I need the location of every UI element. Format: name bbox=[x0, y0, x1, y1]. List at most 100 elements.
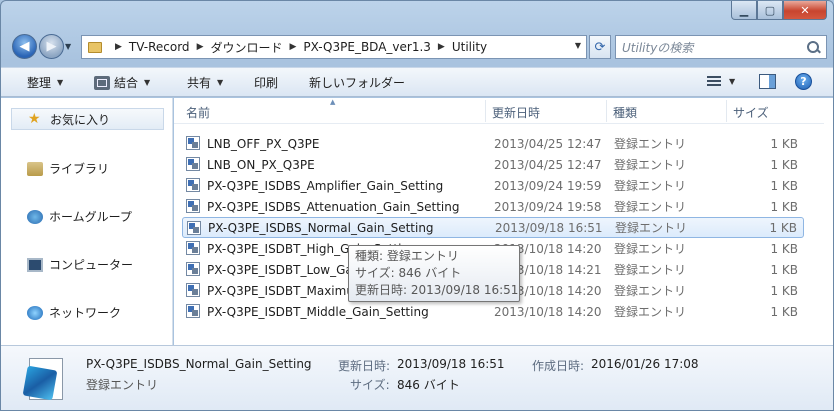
list-margin bbox=[824, 98, 833, 345]
file-size: 1 KB bbox=[770, 304, 798, 319]
back-button[interactable]: ◀ bbox=[12, 34, 37, 59]
chevron-down-icon: ▼ bbox=[144, 78, 151, 87]
details-size-label: サイズ: bbox=[350, 378, 390, 392]
file-date: 2013/04/25 12:47 bbox=[494, 157, 602, 172]
column-divider[interactable] bbox=[606, 100, 607, 122]
combine-menu[interactable]: 結合 ▼ bbox=[94, 74, 150, 91]
sidebar-item-label: ライブラリ bbox=[49, 162, 110, 176]
close-button[interactable]: ✕ bbox=[783, 1, 827, 20]
print-button[interactable]: 印刷 bbox=[254, 74, 278, 91]
breadcrumb-utility[interactable]: Utility bbox=[452, 40, 487, 54]
column-header-type[interactable]: 種類 bbox=[613, 104, 637, 121]
chevron-down-icon: ▼ bbox=[217, 78, 224, 87]
file-size: 1 KB bbox=[770, 262, 798, 277]
registry-file-icon bbox=[186, 241, 200, 255]
column-header-size[interactable]: サイズ bbox=[733, 104, 769, 121]
details-modified-label: 更新日時: bbox=[338, 359, 391, 373]
chevron-right-icon[interactable]: ▶ bbox=[290, 42, 297, 52]
file-type: 登録エントリ bbox=[614, 200, 687, 214]
chevron-right-icon[interactable]: ▶ bbox=[197, 42, 204, 52]
file-row[interactable]: PX-Q3PE_ISDBT_Middle_Gain_Setting 2013/1… bbox=[182, 301, 804, 322]
file-date: 2013/04/25 12:47 bbox=[494, 136, 602, 151]
file-size: 1 KB bbox=[770, 241, 798, 256]
details-created-label: 作成日時: bbox=[532, 359, 585, 373]
organize-label: 整理 bbox=[27, 76, 52, 90]
address-dropdown-icon[interactable]: ▼ bbox=[575, 41, 581, 50]
preview-pane-icon[interactable] bbox=[759, 74, 776, 89]
file-name: PX-Q3PE_ISDBS_Normal_Gain_Setting bbox=[208, 220, 434, 235]
registry-file-icon bbox=[186, 199, 200, 213]
search-icon[interactable] bbox=[806, 40, 820, 54]
file-size: 1 KB bbox=[770, 199, 798, 214]
sidebar-item-computer[interactable]: コンピューター bbox=[27, 256, 133, 273]
new-folder-button[interactable]: 新しいフォルダー bbox=[309, 74, 405, 91]
file-date: 2013/10/18 14:20 bbox=[494, 304, 602, 319]
recent-pages-dropdown-icon[interactable]: ▼ bbox=[65, 42, 71, 51]
refresh-button[interactable]: ⟳ bbox=[589, 35, 611, 59]
new-folder-label: 新しいフォルダー bbox=[309, 76, 406, 90]
breadcrumb-tv-record[interactable]: TV-Record bbox=[129, 40, 190, 54]
forward-button[interactable]: ▶ bbox=[39, 34, 64, 59]
caption-buttons: ▁ ▢ ✕ bbox=[731, 1, 827, 20]
file-type: 登録エントリ bbox=[614, 179, 687, 193]
registry-file-icon bbox=[186, 283, 200, 297]
breadcrumb-download[interactable]: ダウンロード bbox=[210, 39, 282, 56]
file-name: LNB_OFF_PX_Q3PE bbox=[207, 136, 320, 151]
file-name: LNB_ON_PX_Q3PE bbox=[207, 157, 315, 172]
file-type: 登録エントリ bbox=[614, 158, 687, 172]
column-divider[interactable] bbox=[726, 100, 727, 122]
view-options-icon[interactable] bbox=[707, 76, 721, 88]
navigation-bar: ◀ ▶ ▼ ▶ TV-Record ▶ ダウンロード ▶ PX-Q3PE_BDA… bbox=[9, 32, 827, 62]
sidebar-item-homegroup[interactable]: ホームグループ bbox=[27, 208, 132, 225]
file-date: 2013/09/24 19:58 bbox=[494, 199, 602, 214]
command-bar: 整理 ▼ 結合 ▼ 共有 ▼ 印刷 新しいフォルダー ▼ ? bbox=[1, 67, 833, 97]
search-input[interactable]: Utilityの検索 bbox=[622, 39, 806, 56]
folder-icon bbox=[88, 41, 102, 53]
help-icon[interactable]: ? bbox=[795, 73, 812, 90]
sidebar-item-network[interactable]: ネットワーク bbox=[27, 304, 121, 321]
column-header-date[interactable]: 更新日時 bbox=[492, 104, 540, 121]
file-row[interactable]: LNB_OFF_PX_Q3PE 2013/04/25 12:47 登録エントリ … bbox=[182, 133, 804, 154]
maximize-button[interactable]: ▢ bbox=[757, 1, 783, 20]
minimize-button[interactable]: ▁ bbox=[731, 1, 757, 20]
column-divider[interactable] bbox=[485, 100, 486, 122]
sidebar-item-favorites[interactable]: ★ お気に入り bbox=[11, 108, 164, 130]
sidebar-item-libraries[interactable]: ライブラリ bbox=[27, 160, 109, 177]
network-icon bbox=[27, 305, 43, 320]
file-name: PX-Q3PE_ISDBS_Amplifier_Gain_Setting bbox=[207, 178, 444, 193]
file-row[interactable]: PX-Q3PE_ISDBS_Amplifier_Gain_Setting 201… bbox=[182, 175, 804, 196]
registry-file-icon bbox=[186, 157, 200, 171]
merge-icon bbox=[94, 75, 110, 90]
file-size: 1 KB bbox=[769, 220, 797, 235]
address-bar[interactable]: ▶ TV-Record ▶ ダウンロード ▶ PX-Q3PE_BDA_ver1.… bbox=[81, 35, 587, 59]
chevron-right-icon[interactable]: ▶ bbox=[438, 42, 445, 52]
file-row[interactable]: PX-Q3PE_ISDBS_Attenuation_Gain_Setting 2… bbox=[182, 196, 804, 217]
navigation-pane: ★ お気に入り ライブラリ ホームグループ コンピューター ネットワーク bbox=[1, 98, 173, 345]
column-header-row: ▲ 名前 更新日時 種類 サイズ bbox=[174, 98, 824, 124]
details-pane: PX-Q3PE_ISDBS_Normal_Gain_Setting 登録エントリ… bbox=[1, 345, 833, 410]
registry-file-large-icon bbox=[22, 356, 69, 402]
details-created-value: 2016/01/26 17:08 bbox=[591, 357, 699, 371]
file-list: ▲ 名前 更新日時 種類 サイズ LNB_OFF_PX_Q3PE 2013/04… bbox=[174, 98, 824, 345]
file-date: 2013/09/18 16:51 bbox=[495, 220, 603, 235]
search-box[interactable]: Utilityの検索 bbox=[615, 35, 827, 59]
details-file-name: PX-Q3PE_ISDBS_Normal_Gain_Setting bbox=[86, 357, 312, 371]
file-size: 1 KB bbox=[770, 178, 798, 193]
organize-menu[interactable]: 整理 ▼ bbox=[27, 74, 63, 91]
file-name: PX-Q3PE_ISDBS_Attenuation_Gain_Setting bbox=[207, 199, 460, 214]
sort-ascending-icon: ▲ bbox=[330, 98, 336, 106]
chevron-down-icon[interactable]: ▼ bbox=[729, 77, 735, 86]
share-menu[interactable]: 共有 ▼ bbox=[187, 74, 223, 91]
file-type: 登録エントリ bbox=[614, 263, 687, 277]
file-row-selected[interactable]: PX-Q3PE_ISDBS_Normal_Gain_Setting 2013/0… bbox=[182, 217, 804, 238]
file-row[interactable]: LNB_ON_PX_Q3PE 2013/04/25 12:47 登録エントリ 1… bbox=[182, 154, 804, 175]
file-type: 登録エントリ bbox=[615, 221, 688, 235]
column-header-name[interactable]: 名前 bbox=[186, 104, 210, 121]
computer-icon bbox=[27, 257, 43, 272]
registry-file-icon bbox=[186, 136, 200, 150]
registry-file-icon bbox=[187, 221, 201, 235]
explorer-window: ▁ ▢ ✕ ◀ ▶ ▼ ▶ TV-Record ▶ ダウンロード ▶ PX-Q3… bbox=[0, 0, 834, 411]
share-label: 共有 bbox=[187, 76, 212, 90]
chevron-right-icon[interactable]: ▶ bbox=[115, 42, 122, 52]
breadcrumb-bda[interactable]: PX-Q3PE_BDA_ver1.3 bbox=[303, 40, 431, 54]
